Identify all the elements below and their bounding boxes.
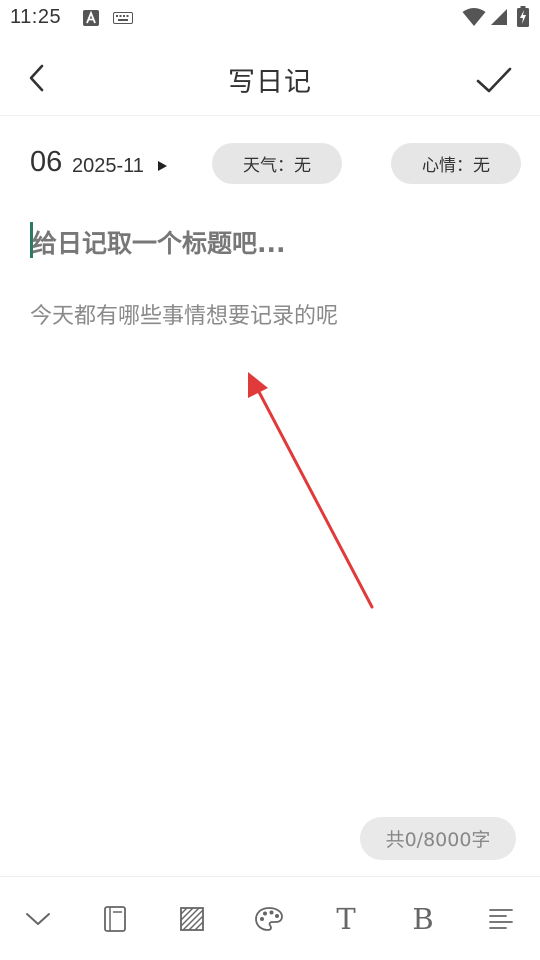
bold-button[interactable]: B [403,899,443,939]
background-button[interactable] [172,899,212,939]
diary-body-input[interactable]: 今天都有哪些事情想要记录的呢 [30,298,510,338]
keyboard-icon [113,12,133,24]
font-button[interactable]: T [326,899,366,939]
word-count-text: 共0/8000字 [385,829,491,851]
word-count-badge: 共0/8000字 [360,817,516,860]
font-icon: T [336,902,356,936]
notebook-icon [104,906,126,932]
collapse-keyboard-icon [26,913,50,925]
editor-toolbar: T B [0,876,540,960]
weather-selector[interactable]: 天气：无 [212,143,342,184]
battery-charging-icon [517,6,529,27]
page-title: 写日记 [228,67,312,98]
caret-right-icon[interactable] [156,160,168,172]
title-placeholder: 给日记取一个标题吧... [32,229,286,258]
bold-icon: B [412,902,434,936]
diary-editor-screen: 11:25 写日记 06 2025-11 天气：无 心情：无 给日记取一个标题吧… [0,0,540,960]
text-input-a-icon [83,10,99,26]
app-header: 写日记 [0,36,540,116]
collapse-keyboard-button[interactable] [18,899,58,939]
diary-title-input[interactable]: 给日记取一个标题吧... [30,220,510,260]
status-time: 11:25 [10,6,62,28]
date-day[interactable]: 06 [30,146,62,179]
wifi-icon [462,8,486,26]
mood-selector[interactable]: 心情：无 [391,143,521,184]
palette-icon [255,907,283,931]
notebook-button[interactable] [95,899,135,939]
status-bar: 11:25 [0,0,540,36]
body-placeholder: 今天都有哪些事情想要记录的呢 [30,304,339,329]
align-icon [489,909,513,929]
align-button[interactable] [481,899,521,939]
cell-signal-icon [491,9,507,25]
weather-label: 天气：无 [243,156,311,176]
date-row: 06 2025-11 天气：无 心情：无 [0,140,540,188]
color-button[interactable] [249,899,289,939]
date-year-month[interactable]: 2025-11 [72,155,144,178]
background-pattern-icon [180,907,204,931]
check-icon [476,67,512,93]
confirm-button[interactable] [472,58,516,102]
mood-label: 心情：无 [422,156,490,176]
